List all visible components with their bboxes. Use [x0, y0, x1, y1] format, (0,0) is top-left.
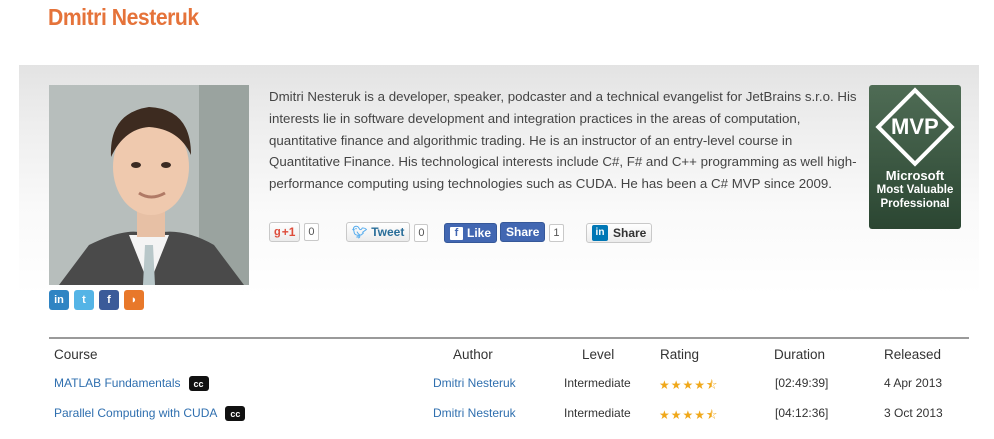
- courses-divider: [49, 337, 969, 339]
- mvp-microsoft: Microsoft: [885, 168, 945, 183]
- header-author: Author: [453, 347, 493, 362]
- fb-share-label: Share: [506, 225, 540, 239]
- author-bio: Dmitri Nesteruk is a developer, speaker,…: [269, 89, 857, 192]
- closed-captions-icon: cc: [225, 406, 246, 422]
- duration-cell: [02:49:39]: [775, 376, 829, 390]
- header-rating: Rating: [660, 347, 700, 362]
- tweet-count: 0: [414, 224, 429, 242]
- linkedin-share-button[interactable]: in Share: [586, 222, 653, 243]
- fb-share-button[interactable]: Share: [500, 222, 546, 242]
- tweet-share: 🐦︎ Tweet 0: [346, 222, 429, 244]
- course-link[interactable]: Parallel Computing with CUDA: [54, 406, 217, 420]
- level-cell: Intermediate: [564, 376, 631, 390]
- linkedin-icon: in: [592, 224, 608, 241]
- header-course: Course: [54, 347, 98, 362]
- course-cell: MATLAB Fundamentals cc: [54, 376, 209, 392]
- author-cell: Dmitri Nesteruk: [433, 406, 516, 420]
- rating-stars: ★★★★⯪: [659, 408, 719, 422]
- facebook-icon: f: [450, 226, 463, 240]
- header-released: Released: [884, 347, 942, 362]
- fb-like-button[interactable]: f Like: [444, 223, 498, 243]
- mvp-most-valuable: Most Valuable: [876, 184, 954, 196]
- gplus-count: 0: [304, 223, 319, 241]
- tweet-button[interactable]: 🐦︎ Tweet: [346, 222, 411, 242]
- header-level: Level: [582, 347, 615, 362]
- linkedin-share-label: Share: [613, 225, 647, 240]
- mvp-diamond-icon: MVP: [875, 87, 955, 167]
- header-duration: Duration: [774, 347, 826, 362]
- duration-cell: [04:12:36]: [775, 406, 829, 420]
- level-cell: Intermediate: [564, 406, 631, 420]
- author-link[interactable]: Dmitri Nesteruk: [433, 376, 516, 390]
- fb-count: 1: [549, 224, 564, 242]
- rss-icon[interactable]: ◗: [124, 290, 144, 310]
- social-links: in t f ◗: [49, 290, 144, 310]
- released-cell: 3 Oct 2013: [884, 406, 943, 420]
- released-cell: 4 Apr 2013: [884, 376, 943, 390]
- facebook-share: f Like Share 1: [444, 222, 564, 244]
- gplus-share: g +1 0: [269, 222, 319, 244]
- gplus-label: +1: [281, 225, 296, 239]
- author-link[interactable]: Dmitri Nesteruk: [433, 406, 516, 420]
- mvp-professional: Professional: [880, 198, 950, 210]
- facebook-icon[interactable]: f: [99, 290, 119, 310]
- author-photo: [49, 85, 249, 285]
- tweet-label: Tweet: [371, 225, 405, 239]
- mvp-badge-text: MVP: [891, 114, 939, 139]
- course-link[interactable]: MATLAB Fundamentals: [54, 376, 181, 390]
- twitter-icon[interactable]: t: [74, 290, 94, 310]
- closed-captions-icon: cc: [188, 376, 209, 392]
- mvp-badge: MVP Microsoft Most Valuable Professional: [869, 85, 961, 229]
- fb-like-label: Like: [467, 226, 492, 240]
- gplus-button[interactable]: g +1: [269, 222, 301, 242]
- linkedin-icon[interactable]: in: [49, 290, 69, 310]
- linkedin-share: in Share: [586, 222, 653, 244]
- twitter-bird-icon: 🐦︎: [352, 225, 368, 239]
- author-cell: Dmitri Nesteruk: [433, 376, 516, 390]
- page-title: Dmitri Nesteruk: [48, 4, 199, 30]
- course-cell: Parallel Computing with CUDA cc: [54, 406, 246, 422]
- rating-stars: ★★★★⯪: [659, 378, 719, 392]
